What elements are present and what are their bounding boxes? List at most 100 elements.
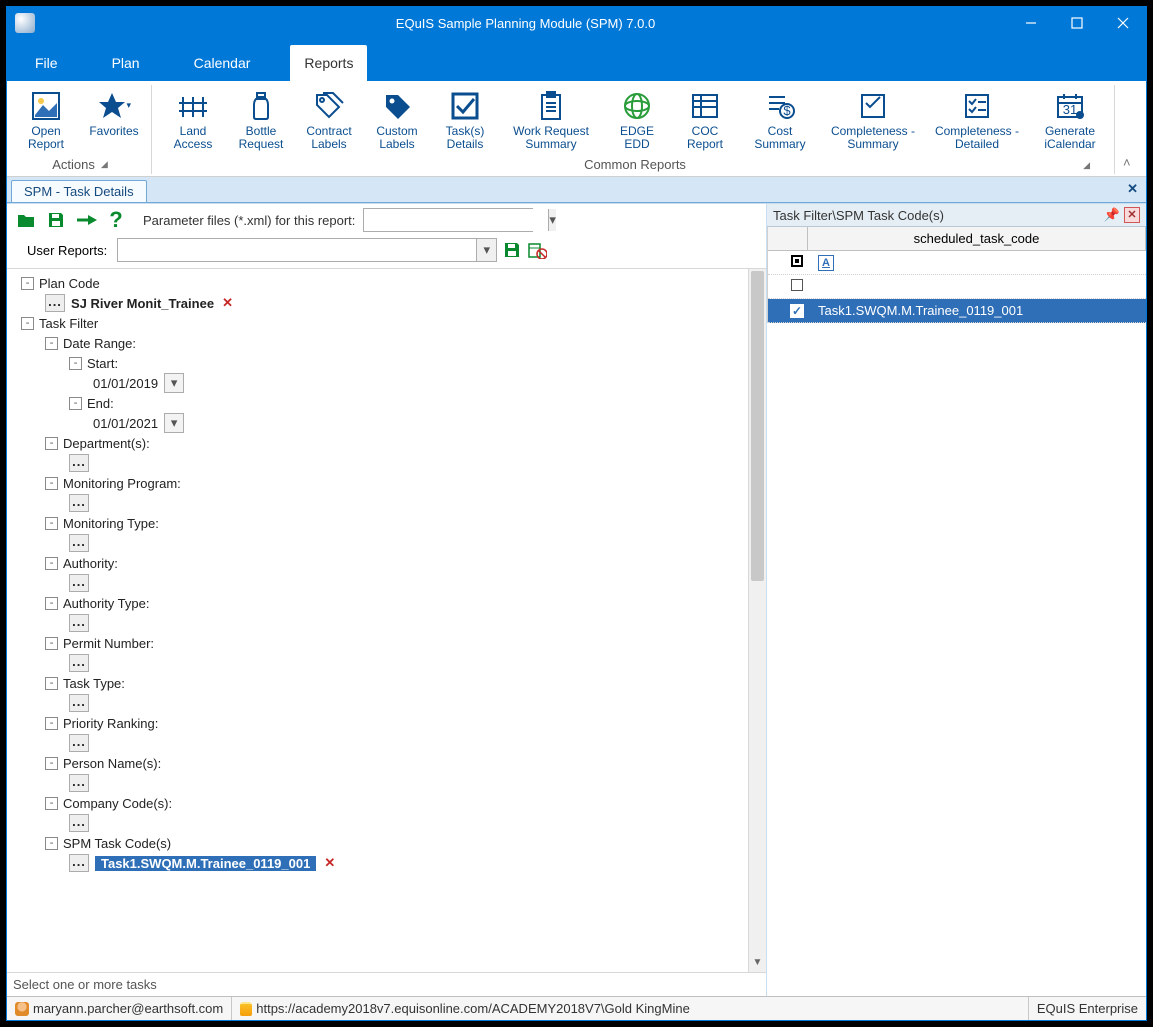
expander-icon[interactable]: - bbox=[45, 797, 58, 810]
ribbon: Open Report ▾ Favorites Actions ◢ Land Ac… bbox=[7, 81, 1146, 177]
land-access-button[interactable]: Land Access bbox=[164, 87, 222, 153]
delete-report-icon[interactable] bbox=[527, 241, 547, 259]
window-title: EQuIS Sample Planning Module (SPM) 7.0.0 bbox=[43, 16, 1008, 31]
date-dropdown-button[interactable]: ▾ bbox=[164, 413, 184, 433]
menu-plan[interactable]: Plan bbox=[98, 45, 154, 81]
params-label: Parameter files (*.xml) for this report: bbox=[143, 213, 355, 228]
edge-edd-button[interactable]: EDGE EDD bbox=[608, 87, 666, 153]
document-tab[interactable]: SPM - Task Details bbox=[11, 180, 147, 202]
picker-button[interactable]: ... bbox=[69, 614, 89, 632]
save-icon[interactable] bbox=[45, 209, 67, 231]
minimize-button[interactable] bbox=[1008, 7, 1054, 39]
generate-icalendar-button[interactable]: 31Generate iCalendar bbox=[1034, 87, 1106, 153]
custom-labels-button[interactable]: Custom Labels bbox=[368, 87, 426, 153]
tasks-details-button[interactable]: Task(s) Details bbox=[436, 87, 494, 153]
expander-icon[interactable]: - bbox=[45, 837, 58, 850]
completeness-detailed-button[interactable]: Completeness - Detailed bbox=[930, 87, 1024, 153]
tree-departments: Department(s): bbox=[63, 436, 150, 451]
picker-button[interactable]: ... bbox=[45, 294, 65, 312]
filter-checkbox-icon[interactable] bbox=[791, 255, 803, 267]
expander-icon[interactable]: - bbox=[69, 397, 82, 410]
picker-button[interactable]: ... bbox=[69, 454, 89, 472]
dropdown-icon[interactable]: ▾ bbox=[548, 209, 556, 231]
row-checkbox-checked[interactable]: ✓ bbox=[790, 304, 804, 318]
expander-icon[interactable]: - bbox=[69, 357, 82, 370]
clear-value-button[interactable]: ✕ bbox=[222, 295, 233, 311]
picker-button[interactable]: ... bbox=[69, 734, 89, 752]
bottle-request-button[interactable]: Bottle Request bbox=[232, 87, 290, 153]
parameter-file-combo[interactable]: ▾ bbox=[363, 208, 533, 232]
expander-icon[interactable]: - bbox=[21, 277, 34, 290]
run-arrow-icon[interactable] bbox=[75, 209, 97, 231]
expander-icon[interactable]: - bbox=[45, 557, 58, 570]
expander-icon[interactable]: - bbox=[45, 437, 58, 450]
help-icon[interactable]: ? bbox=[105, 209, 127, 231]
task-code-grid: scheduled_task_code A ✓ Task1.SWQM.M.Tra… bbox=[767, 227, 1146, 323]
close-button[interactable] bbox=[1100, 7, 1146, 39]
open-folder-icon[interactable] bbox=[15, 209, 37, 231]
parameter-file-input[interactable] bbox=[364, 209, 548, 231]
coc-report-button[interactable]: COC Report bbox=[676, 87, 734, 153]
params-toolbar: ? Parameter files (*.xml) for this repor… bbox=[7, 204, 766, 236]
picker-button[interactable]: ... bbox=[69, 494, 89, 512]
picker-button[interactable]: ... bbox=[69, 694, 89, 712]
expander-icon[interactable]: - bbox=[45, 517, 58, 530]
status-bar: maryann.parcher@earthsoft.com https://ac… bbox=[7, 996, 1146, 1020]
menu-file[interactable]: File bbox=[21, 45, 72, 81]
database-icon bbox=[240, 1002, 252, 1016]
ribbon-collapse-button[interactable]: ˄ bbox=[1123, 155, 1137, 174]
filter-text-icon[interactable]: A bbox=[818, 255, 834, 271]
expander-icon[interactable]: - bbox=[21, 317, 34, 330]
scroll-down-icon[interactable]: ▼ bbox=[749, 954, 766, 972]
row-checkbox[interactable] bbox=[791, 279, 803, 291]
clear-value-button[interactable]: ✕ bbox=[324, 855, 335, 871]
expander-icon[interactable]: - bbox=[45, 677, 58, 690]
contract-labels-button[interactable]: Contract Labels bbox=[300, 87, 358, 153]
grid-filter-row[interactable]: A bbox=[768, 251, 1146, 275]
grid-column-scheduled-task-code[interactable]: scheduled_task_code bbox=[808, 227, 1146, 250]
picker-button[interactable]: ... bbox=[69, 854, 89, 872]
user-reports-label: User Reports: bbox=[27, 243, 107, 258]
menu-calendar[interactable]: Calendar bbox=[180, 45, 265, 81]
expander-icon[interactable]: - bbox=[45, 757, 58, 770]
user-reports-input[interactable] bbox=[118, 239, 476, 261]
expander-icon[interactable]: - bbox=[45, 597, 58, 610]
cost-summary-button[interactable]: $Cost Summary bbox=[744, 87, 816, 153]
panel-close-button[interactable]: ✕ bbox=[1124, 207, 1140, 223]
picker-button[interactable]: ... bbox=[69, 814, 89, 832]
grid-row-selected[interactable]: ✓ Task1.SWQM.M.Trainee_0119_001 bbox=[768, 299, 1146, 323]
expander-icon[interactable]: - bbox=[45, 717, 58, 730]
menu-reports[interactable]: Reports bbox=[290, 45, 367, 81]
group-launcher-icon[interactable]: ◢ bbox=[101, 159, 108, 170]
user-reports-combo[interactable]: ▾ bbox=[117, 238, 497, 262]
start-date-value[interactable]: 01/01/2019 bbox=[93, 376, 158, 391]
grid-cell-task-code: Task1.SWQM.M.Trainee_0119_001 bbox=[808, 303, 1146, 318]
tab-close-button[interactable]: ✕ bbox=[1127, 181, 1138, 197]
spm-task-value[interactable]: Task1.SWQM.M.Trainee_0119_001 bbox=[95, 856, 316, 871]
picker-button[interactable]: ... bbox=[69, 654, 89, 672]
ribbon-group-actions-label: Actions bbox=[52, 157, 95, 172]
completeness-summary-button[interactable]: Completeness - Summary bbox=[826, 87, 920, 153]
expander-icon[interactable]: - bbox=[45, 637, 58, 650]
tree-end: End: bbox=[87, 396, 114, 411]
expander-icon[interactable]: - bbox=[45, 477, 58, 490]
expander-icon[interactable]: - bbox=[45, 337, 58, 350]
group-launcher-icon[interactable]: ◢ bbox=[1083, 160, 1090, 171]
tree-task-filter: Task Filter bbox=[39, 316, 98, 331]
tree-scrollbar[interactable]: ▼ bbox=[748, 269, 766, 972]
save-report-icon[interactable] bbox=[503, 241, 521, 259]
open-report-button[interactable]: Open Report bbox=[17, 87, 75, 153]
picker-button[interactable]: ... bbox=[69, 574, 89, 592]
work-request-summary-button[interactable]: Work Request Summary bbox=[504, 87, 598, 153]
favorites-button[interactable]: ▾ Favorites bbox=[85, 87, 143, 140]
end-date-value[interactable]: 01/01/2021 bbox=[93, 416, 158, 431]
scrollbar-thumb[interactable] bbox=[751, 271, 764, 581]
maximize-button[interactable] bbox=[1054, 7, 1100, 39]
grid-row-empty[interactable] bbox=[768, 275, 1146, 299]
picker-button[interactable]: ... bbox=[69, 774, 89, 792]
pin-icon[interactable]: 📌 bbox=[1104, 207, 1120, 223]
picker-button[interactable]: ... bbox=[69, 534, 89, 552]
date-dropdown-button[interactable]: ▾ bbox=[164, 373, 184, 393]
clipboard-icon bbox=[534, 89, 568, 123]
dropdown-icon[interactable]: ▾ bbox=[476, 239, 496, 261]
